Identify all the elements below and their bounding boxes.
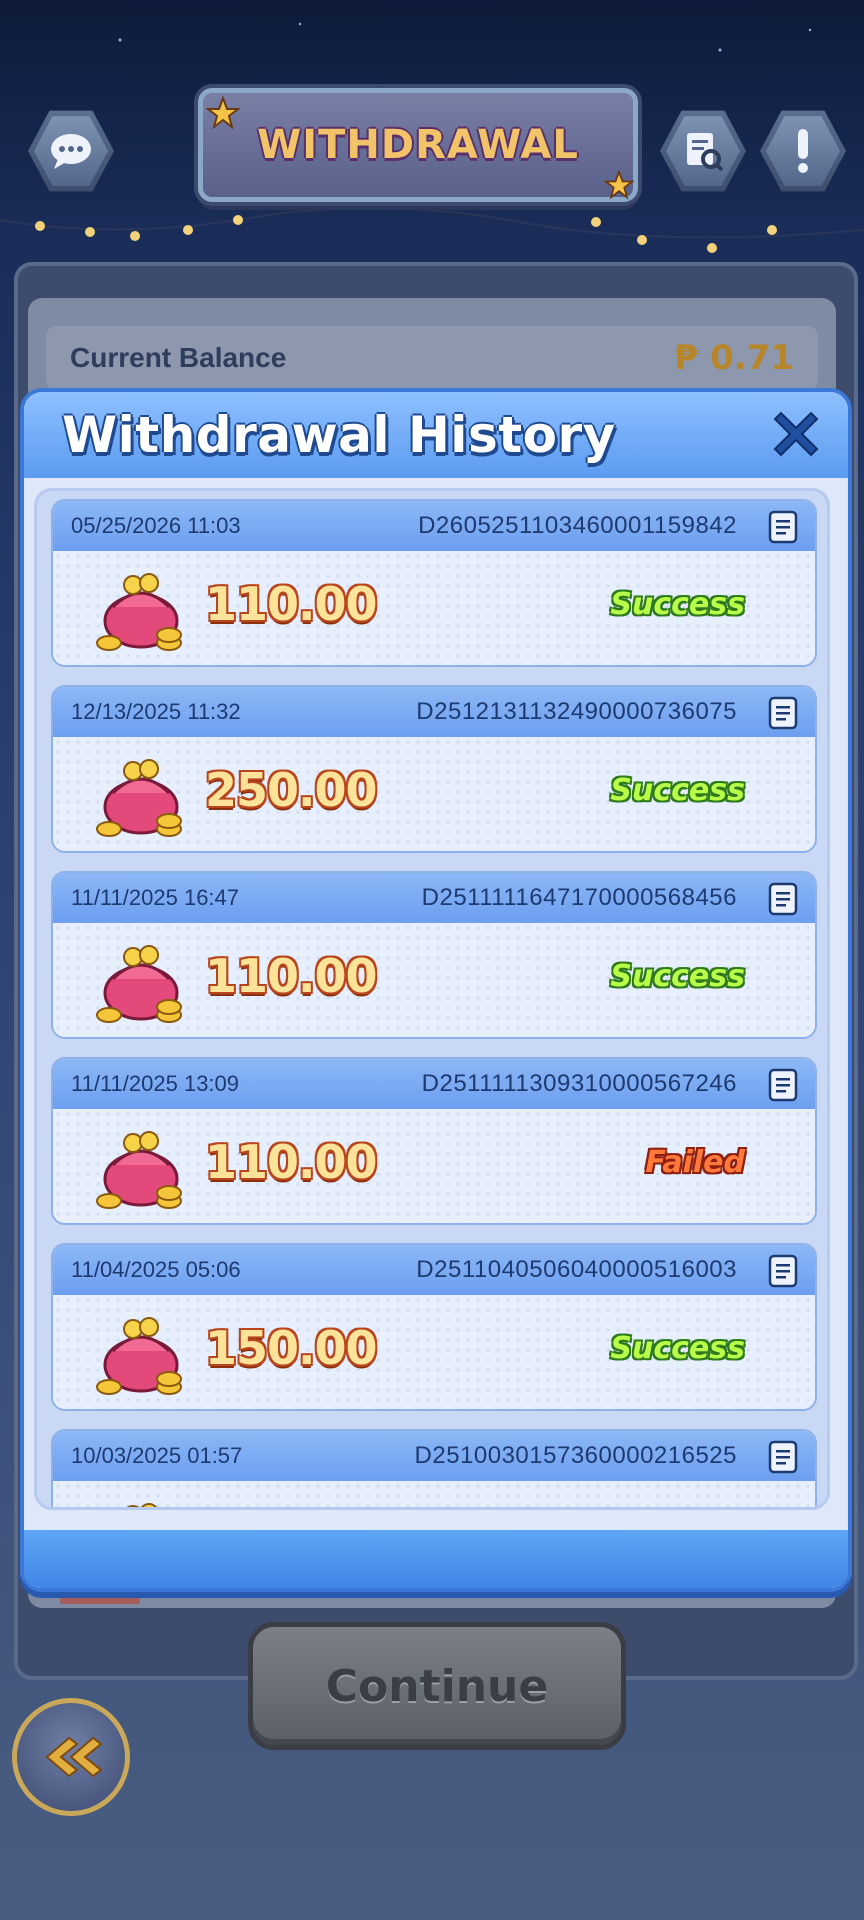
string-lights: [0, 206, 864, 253]
copy-document-icon[interactable]: [767, 1067, 801, 1103]
screen-title: WITHDRAWAL: [257, 122, 579, 168]
coin-purse-icon: [96, 759, 182, 837]
record-date: 11/11/2025 16:47: [71, 885, 240, 910]
record-header: 11/04/2025 05:06 D251104050604000051600​…: [53, 1245, 815, 1295]
record-body: 150.00 Success: [53, 1295, 815, 1409]
record-status: Failed: [645, 1145, 745, 1180]
record-date: 11/11/2025 13:09: [71, 1071, 240, 1096]
record-id: D251003015736000021652​5: [414, 1442, 737, 1469]
chat-button[interactable]: [28, 110, 114, 192]
coin-purse-icon: [96, 945, 182, 1023]
record-id: D251104050604000051600​3: [416, 1256, 737, 1283]
record-status: Success: [610, 959, 745, 994]
continue-label: Continue: [325, 1660, 549, 1712]
copy-document-icon[interactable]: [767, 509, 801, 545]
record-body: [53, 1481, 815, 1507]
balance-label: Current Balance: [70, 342, 287, 373]
history-record: 11/11/2025 13:09 D251111130931000056724​…: [51, 1057, 817, 1225]
record-header: 10/03/2025 01:57 D251003015736000021652​…: [53, 1431, 815, 1481]
close-button[interactable]: [764, 402, 828, 466]
hidden-row-text: [60, 1594, 140, 1604]
current-balance-row: Current Balance ₱ 0.71: [46, 326, 818, 390]
record-id: D251111130931000056724​6: [421, 1070, 737, 1097]
records-button[interactable]: [660, 110, 746, 192]
record-date: 12/13/2025 11:32: [71, 699, 241, 724]
top-bar: WITHDRAWAL: [0, 0, 864, 253]
copy-document-icon[interactable]: [767, 695, 801, 731]
record-status: Success: [610, 1331, 745, 1366]
history-record: 10/03/2025 01:57 D251003015736000021652​…: [51, 1429, 817, 1507]
copy-document-icon[interactable]: [767, 1439, 801, 1475]
modal-title: Withdrawal History: [62, 406, 616, 464]
record-amount: 150.00: [205, 1321, 378, 1375]
record-header: 11/11/2025 13:09 D251111130931000056724​…: [53, 1059, 815, 1109]
continue-button[interactable]: Continue: [248, 1622, 626, 1750]
document-search-icon: [687, 133, 724, 172]
double-chevron-left-icon: [45, 1736, 103, 1778]
balance-value: ₱ 0.71: [674, 338, 794, 378]
record-body: 110.00 Success: [53, 551, 815, 665]
record-status: Success: [610, 773, 745, 808]
close-icon: [773, 411, 819, 457]
history-list[interactable]: 05/25/2026 11:03 D260525110346000115984​…: [34, 488, 830, 1510]
record-date: 10/03/2025 01:57: [71, 1443, 243, 1468]
record-amount: 110.00: [205, 1135, 378, 1189]
record-id: D251213113249000073607​5: [416, 698, 737, 725]
record-body: 110.00 Failed: [53, 1109, 815, 1223]
copy-document-icon[interactable]: [767, 1253, 801, 1289]
modal-footer: [24, 1530, 848, 1588]
record-amount: 110.00: [205, 949, 378, 1003]
history-record: 12/13/2025 11:32 D251213113249000073607​…: [51, 685, 817, 853]
record-header: 05/25/2026 11:03 D260525110346000115984​…: [53, 501, 815, 551]
record-status: Success: [610, 587, 745, 622]
withdrawal-history-modal: Withdrawal History 05/25/2026 11:03 D260…: [20, 388, 852, 1592]
record-body: 110.00 Success: [53, 923, 815, 1037]
history-record: 11/04/2025 05:06 D251104050604000051600​…: [51, 1243, 817, 1411]
back-button[interactable]: [12, 1698, 130, 1816]
coin-purse-icon: [96, 573, 182, 651]
alert-button[interactable]: [760, 110, 846, 192]
record-date: 11/04/2025 05:06: [71, 1257, 241, 1282]
copy-document-icon[interactable]: [767, 881, 801, 917]
record-id: D260525110346000115984​2: [418, 512, 737, 539]
record-header: 11/11/2025 16:47 D251111164717000056845​…: [53, 873, 815, 923]
history-record: 05/25/2026 11:03 D260525110346000115984​…: [51, 499, 817, 667]
modal-header: Withdrawal History: [24, 392, 848, 478]
record-amount: 110.00: [205, 577, 378, 631]
exclamation-icon: [798, 129, 808, 173]
coin-purse-icon: [96, 1317, 182, 1395]
record-header: 12/13/2025 11:32 D251213113249000073607​…: [53, 687, 815, 737]
coin-purse-icon: [127, 1503, 157, 1507]
coin-purse-icon: [96, 1131, 182, 1209]
screen-title-banner: WITHDRAWAL: [198, 88, 638, 202]
chat-bubble-icon: [51, 134, 91, 169]
record-amount: 250.00: [205, 763, 378, 817]
record-body: 250.00 Success: [53, 737, 815, 851]
star-decoration-icon: [206, 96, 240, 130]
history-record: 11/11/2025 16:47 D251111164717000056845​…: [51, 871, 817, 1039]
record-id: D251111164717000056845​6: [421, 884, 737, 911]
record-date: 05/25/2026 11:03: [71, 513, 241, 538]
